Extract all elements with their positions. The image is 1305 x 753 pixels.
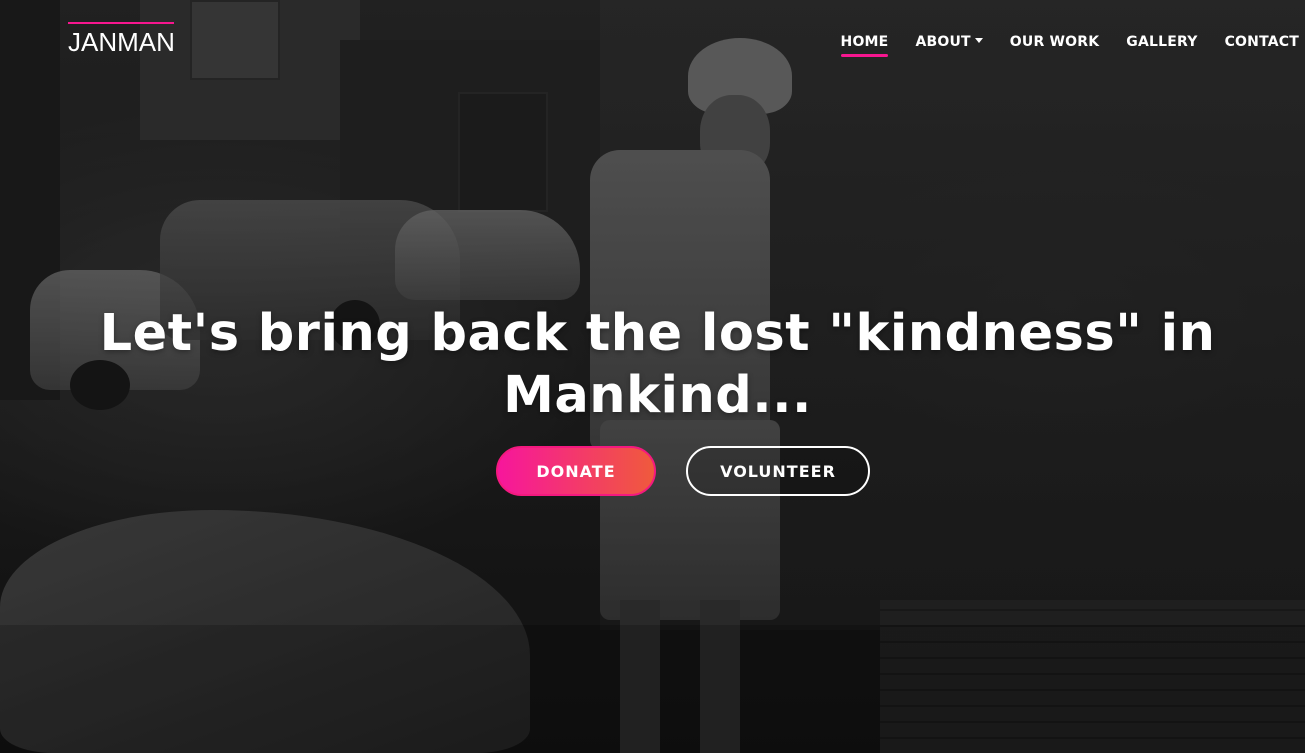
nav-item-about[interactable]: ABOUT <box>915 32 983 52</box>
brand-logo[interactable]: JANMAN <box>68 22 175 57</box>
hero-title: Let's bring back the lost "kindness" in … <box>0 303 1305 427</box>
nav-item-our-work[interactable]: OUR WORK <box>1010 32 1100 52</box>
hero-title-line-1: Let's bring back the lost "kindness" in <box>99 304 1216 363</box>
nav-item-contact[interactable]: CONTACT <box>1225 32 1299 52</box>
nav-links: HOME ABOUT OUR WORK GALLERY CONTACT <box>814 31 1299 57</box>
top-navbar: JANMAN HOME ABOUT OUR WORK GALLERY CONTA… <box>0 0 1305 80</box>
volunteer-button[interactable]: VOLUNTEER <box>686 446 870 496</box>
hero-cta-row: DONATE VOLUNTEER <box>0 446 1305 496</box>
donate-button[interactable]: DONATE <box>496 446 656 496</box>
nav-item-about-label: ABOUT <box>915 34 971 50</box>
nav-item-home[interactable]: HOME <box>840 32 889 57</box>
nav-item-gallery[interactable]: GALLERY <box>1126 32 1197 52</box>
caret-down-icon <box>974 38 983 43</box>
hero-title-line-2: Mankind... <box>503 366 812 425</box>
